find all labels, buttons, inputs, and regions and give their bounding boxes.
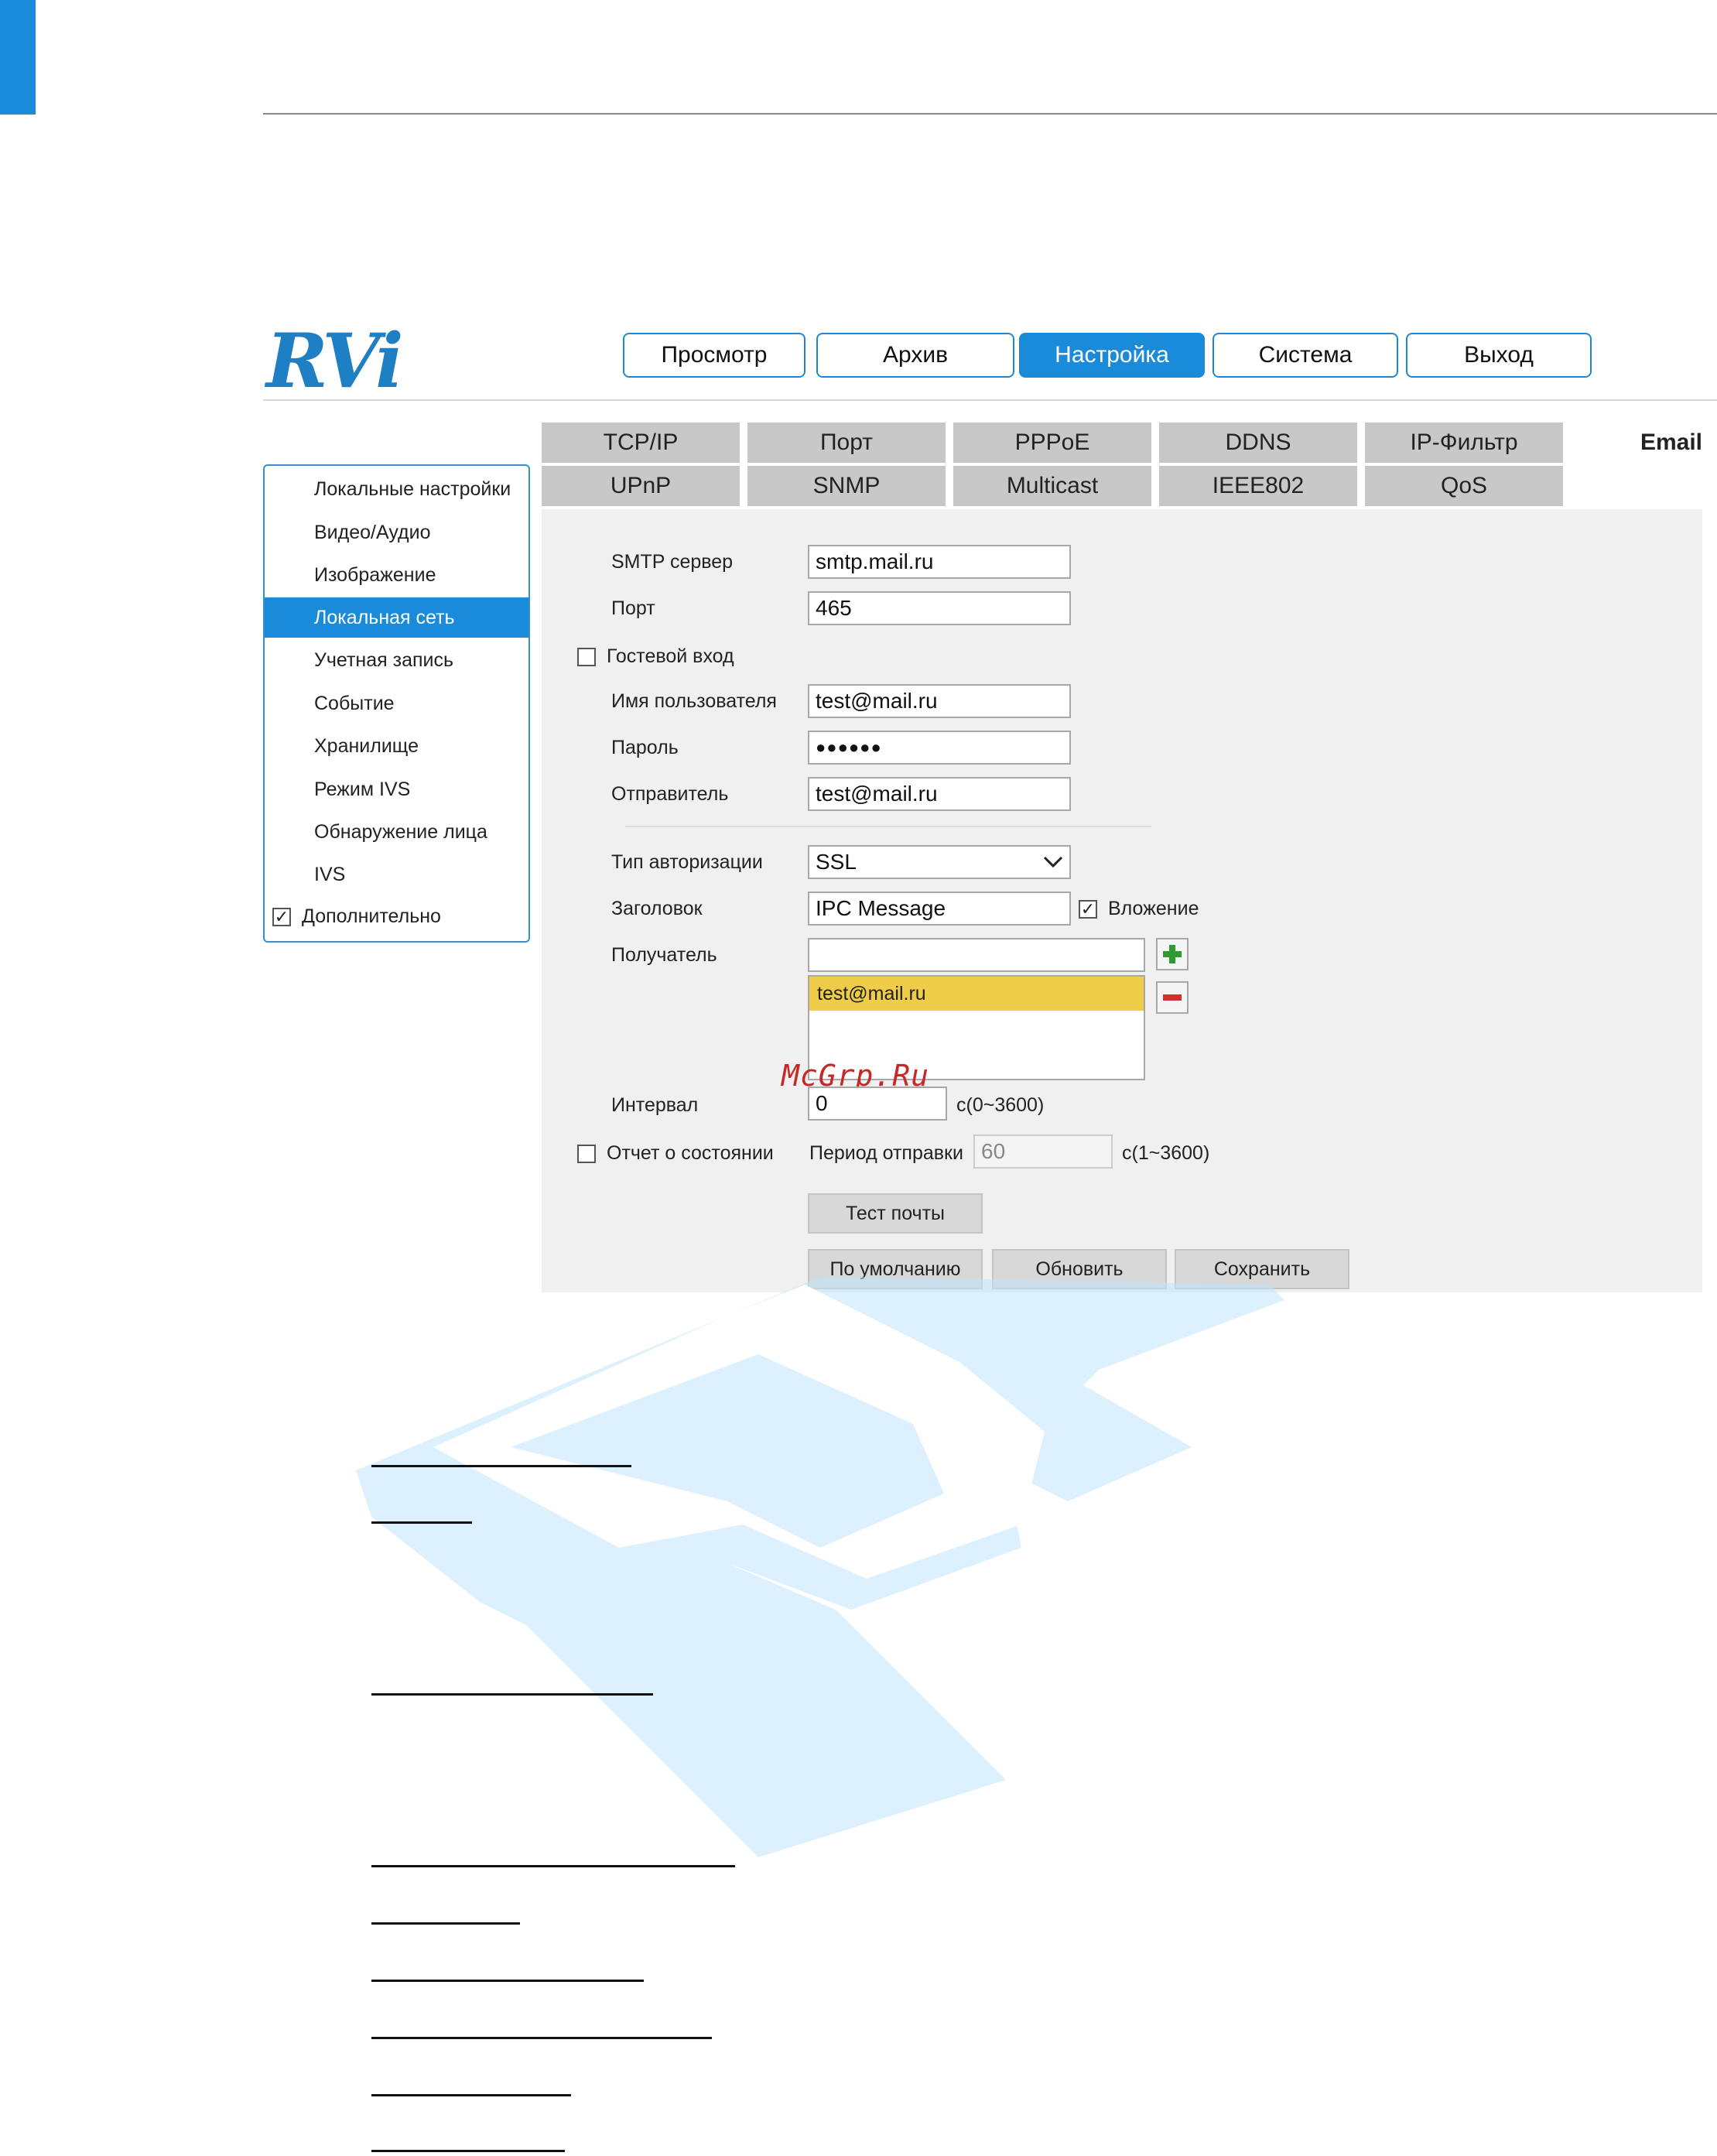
- sidebar-item-event[interactable]: Событие: [265, 683, 528, 724]
- username-label: Имя пользователя: [611, 690, 777, 712]
- send-period-label: Период отправки: [809, 1142, 963, 1164]
- tab-ieee802[interactable]: IEEE802: [1159, 466, 1357, 506]
- subject-label: Заголовок: [611, 898, 703, 919]
- sidebar-item-storage[interactable]: Хранилище: [265, 726, 528, 766]
- underline-mark: [371, 2094, 571, 2096]
- recipient-label: Получатель: [611, 944, 717, 966]
- sidebar-item-ivs-mode[interactable]: Режим IVS: [265, 769, 528, 809]
- nav-exit-button[interactable]: Выход: [1406, 333, 1592, 378]
- chevron-down-icon: [1043, 856, 1063, 868]
- nav-divider: [263, 399, 1717, 401]
- underline-mark: [371, 2037, 712, 2039]
- subject-input[interactable]: IPC Message: [808, 891, 1071, 926]
- sidebar-item-face-detection[interactable]: Обнаружение лица: [265, 812, 528, 852]
- tab-upnp[interactable]: UPnP: [542, 466, 740, 506]
- tab-ip-filter[interactable]: IP-Фильтр: [1365, 423, 1563, 463]
- port-label: Порт: [611, 597, 655, 619]
- auth-type-select[interactable]: SSL: [808, 845, 1071, 879]
- tab-email[interactable]: Email: [1563, 423, 1702, 463]
- underline-mark: [371, 1980, 644, 1982]
- nav-view-button[interactable]: Просмотр: [623, 333, 805, 378]
- sidebar-item-advanced[interactable]: ✓ Дополнительно: [272, 905, 441, 928]
- tab-snmp[interactable]: SNMP: [747, 466, 946, 506]
- advanced-label: Дополнительно: [302, 905, 441, 927]
- tab-multicast[interactable]: Multicast: [953, 466, 1151, 506]
- sidebar-item-video-audio[interactable]: Видео/Аудио: [265, 512, 528, 553]
- form-separator: [625, 826, 1151, 827]
- underline-mark: [371, 1865, 735, 1867]
- nav-settings-button[interactable]: Настройка: [1019, 333, 1205, 378]
- plus-icon: [1163, 945, 1182, 963]
- underline-mark: [371, 1521, 472, 1524]
- r-watermark-graphic: [356, 1277, 1284, 1857]
- guest-login-row: Гостевой вход: [577, 645, 734, 668]
- status-report-label: Отчет о состоянии: [607, 1142, 774, 1164]
- attachment-checkbox[interactable]: ✓: [1079, 899, 1097, 919]
- add-recipient-button[interactable]: [1156, 938, 1189, 970]
- advanced-checkbox[interactable]: ✓: [272, 907, 291, 926]
- nav-system-button[interactable]: Система: [1213, 333, 1398, 378]
- interval-range: с(0~3600): [956, 1094, 1045, 1116]
- settings-sidebar: Локальные настройки Видео/Аудио Изображе…: [263, 464, 530, 943]
- remove-recipient-button[interactable]: [1156, 981, 1189, 1014]
- nav-archive-button[interactable]: Архив: [816, 333, 1014, 378]
- underline-mark: [371, 1922, 520, 1925]
- minus-icon: [1163, 994, 1182, 1001]
- sidebar-item-local-settings[interactable]: Локальные настройки: [265, 469, 528, 509]
- attachment-label: Вложение: [1108, 898, 1199, 919]
- guest-login-label: Гостевой вход: [607, 645, 734, 667]
- password-label: Пароль: [611, 737, 679, 758]
- smtp-server-label: SMTP сервер: [611, 551, 734, 573]
- sidebar-item-network[interactable]: Локальная сеть: [265, 597, 528, 638]
- test-email-button[interactable]: Тест почты: [808, 1193, 983, 1234]
- tab-pppoe[interactable]: PPPoE: [953, 423, 1151, 463]
- auth-type-value: SSL: [816, 850, 857, 874]
- underline-mark: [371, 1465, 631, 1467]
- tab-tcpip[interactable]: TCP/IP: [542, 423, 740, 463]
- rvi-logo: RVi: [266, 317, 404, 405]
- sender-input[interactable]: test@mail.ru: [808, 777, 1071, 811]
- page-top-rule: [263, 113, 1717, 115]
- sidebar-item-ivs[interactable]: IVS: [265, 854, 528, 895]
- page-corner-tab: [0, 0, 36, 115]
- guest-login-checkbox[interactable]: [577, 647, 596, 666]
- sidebar-item-account[interactable]: Учетная запись: [265, 640, 528, 680]
- attachment-row: ✓ Вложение: [1079, 898, 1199, 920]
- status-report-row: Отчет о состоянии: [577, 1142, 774, 1165]
- send-period-range: с(1~3600): [1122, 1142, 1210, 1164]
- smtp-server-input[interactable]: smtp.mail.ru: [808, 545, 1071, 579]
- status-report-checkbox[interactable]: [577, 1144, 596, 1163]
- underline-mark: [371, 2150, 565, 2152]
- port-input[interactable]: 465: [808, 591, 1071, 625]
- underline-mark: [371, 1693, 653, 1696]
- username-input[interactable]: test@mail.ru: [808, 684, 1071, 718]
- sidebar-item-image[interactable]: Изображение: [265, 555, 528, 595]
- sender-label: Отправитель: [611, 783, 729, 805]
- interval-label: Интервал: [611, 1094, 699, 1116]
- auth-type-label: Тип авторизации: [611, 851, 763, 873]
- recipient-list-item[interactable]: test@mail.ru: [809, 977, 1144, 1011]
- recipient-input[interactable]: [808, 938, 1145, 972]
- tabs-bar: TCP/IP Порт PPPoE DDNS IP-Фильтр Email U…: [542, 423, 1702, 509]
- send-period-input[interactable]: 60: [973, 1134, 1113, 1169]
- tab-qos[interactable]: QoS: [1365, 466, 1563, 506]
- tab-ddns[interactable]: DDNS: [1159, 423, 1357, 463]
- tab-port[interactable]: Порт: [747, 423, 946, 463]
- interval-input[interactable]: 0: [808, 1087, 947, 1121]
- password-input[interactable]: ●●●●●●: [808, 731, 1071, 765]
